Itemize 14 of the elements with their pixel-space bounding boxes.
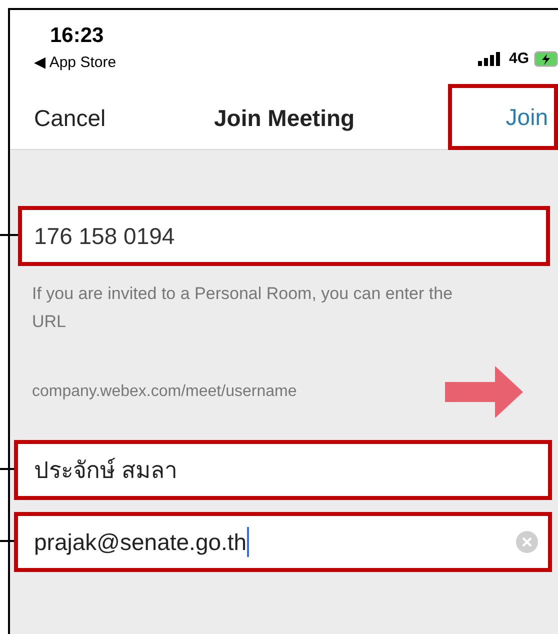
clock-time: 16:23 bbox=[50, 23, 105, 49]
network-label: 4G bbox=[508, 49, 529, 69]
join-button[interactable]: Join bbox=[448, 84, 558, 150]
hint-text: If you are invited to a Personal Room, you can enter the URL bbox=[32, 283, 454, 333]
clear-icon[interactable] bbox=[516, 531, 538, 553]
cancel-button[interactable]: Cancel bbox=[34, 101, 106, 136]
input-field[interactable]: ประจักษ์ สมลา bbox=[14, 440, 552, 500]
input-field[interactable]: prajak@senate.go.th bbox=[14, 512, 552, 572]
meeting-number-field[interactable]: 176 158 0194 bbox=[18, 206, 550, 266]
battery-charging-icon bbox=[534, 51, 558, 68]
screen-title: Join Meeting bbox=[214, 104, 355, 134]
url-example-text: company.webex.com/meet/username bbox=[32, 382, 298, 402]
arrow-right-icon bbox=[445, 366, 523, 418]
back-link[interactable]: ◀ App Store bbox=[34, 52, 116, 74]
